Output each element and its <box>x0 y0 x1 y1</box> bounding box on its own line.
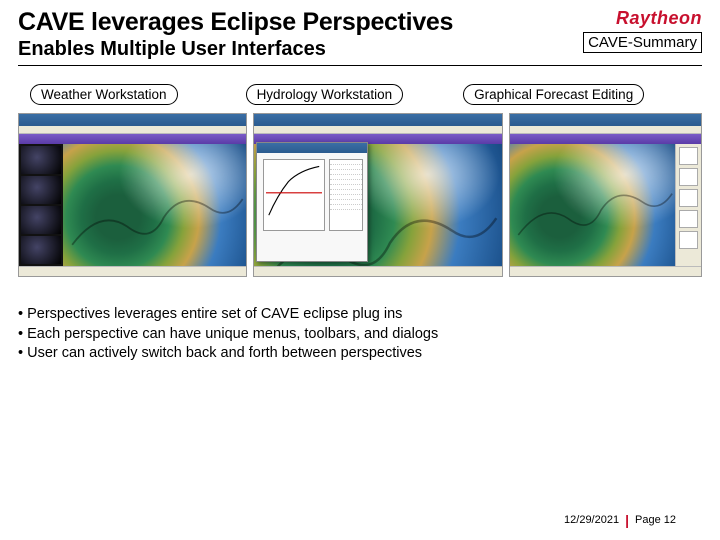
map-area <box>63 144 246 266</box>
coastline-icon <box>63 144 246 277</box>
window-statusbar <box>19 266 246 276</box>
window-menubar <box>510 126 701 134</box>
bullet-item: • Each perspective can have unique menus… <box>18 325 702 345</box>
window-menubar <box>254 126 501 134</box>
window-menubar <box>19 126 246 134</box>
window-titlebar <box>510 114 701 126</box>
footer-date: 12/29/2021 <box>564 514 619 526</box>
coastline-icon <box>510 144 675 277</box>
hydrograph-chart <box>263 159 325 231</box>
sidebar-swatch <box>21 236 61 264</box>
brand-logo: Raytheon <box>616 8 702 29</box>
thumbnail-labels: Weather Workstation Hydrology Workstatio… <box>18 84 702 105</box>
thumbnail-graphical-forecast-editing <box>509 113 702 277</box>
window-titlebar <box>19 114 246 126</box>
label-weather-workstation: Weather Workstation <box>30 84 178 105</box>
slide-footer: 12/29/2021 | Page 12 <box>564 512 676 528</box>
bullet-item: • User can actively switch back and fort… <box>18 344 702 364</box>
editing-tool-panel <box>675 144 701 266</box>
header-rule <box>18 65 702 66</box>
window-toolbar <box>510 134 701 144</box>
sidebar-swatch <box>21 176 61 204</box>
thumbnail-row <box>18 113 702 277</box>
tool-slot <box>679 189 698 207</box>
thumbnail-sidebar <box>19 144 63 266</box>
thumbnail-hydrology-workstation <box>253 113 502 277</box>
bullet-item: • Perspectives leverages entire set of C… <box>18 305 702 325</box>
label-hydrology-workstation: Hydrology Workstation <box>246 84 404 105</box>
panel-titlebar <box>257 143 367 153</box>
footer-separator: | <box>625 512 629 528</box>
sidebar-swatch <box>21 206 61 234</box>
sidebar-swatch <box>21 146 61 174</box>
thumbnail-weather-workstation <box>18 113 247 277</box>
slide-header: Raytheon CAVE leverages Eclipse Perspect… <box>18 8 702 66</box>
chart-curve-icon <box>266 162 322 218</box>
footer-page: Page 12 <box>635 514 676 526</box>
hydrograph-panel <box>256 142 368 262</box>
map-area <box>510 144 675 266</box>
tool-slot <box>679 231 698 249</box>
window-toolbar <box>19 134 246 144</box>
tool-slot <box>679 168 698 186</box>
data-table <box>329 159 363 231</box>
tool-slot <box>679 147 698 165</box>
window-statusbar <box>510 266 701 276</box>
bullet-list: • Perspectives leverages entire set of C… <box>18 305 702 364</box>
label-graphical-forecast-editing: Graphical Forecast Editing <box>463 84 644 105</box>
window-statusbar <box>254 266 501 276</box>
tool-slot <box>679 210 698 228</box>
section-badge: CAVE-Summary <box>583 32 702 53</box>
window-titlebar <box>254 114 501 126</box>
